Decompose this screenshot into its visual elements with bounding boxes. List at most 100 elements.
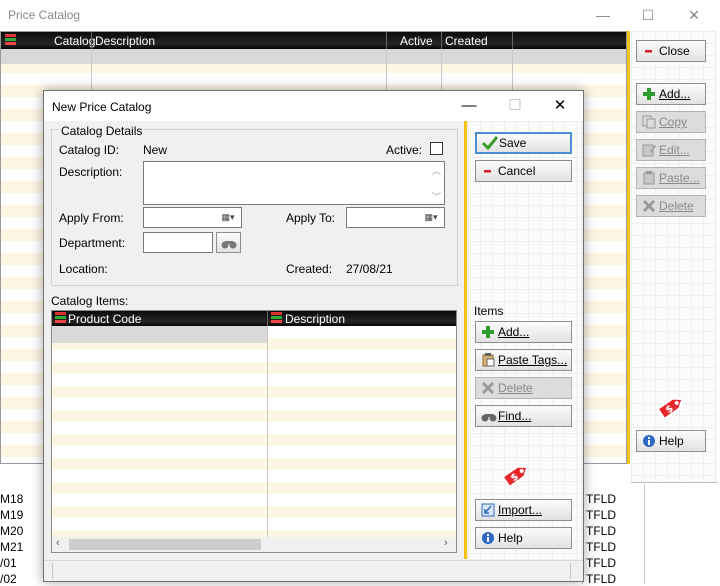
window-titlebar: Price Catalog — ☐ ✕ (0, 0, 720, 30)
column-header-description[interactable]: Description (285, 312, 345, 326)
apply-from-label: Apply From: (59, 211, 124, 225)
catalog-id-value: New (143, 143, 168, 157)
row-code: M21 (0, 540, 24, 554)
header-divider (441, 32, 442, 49)
items-grid-body[interactable] (52, 326, 456, 537)
row-code: /01 (0, 556, 17, 570)
column-header-active[interactable]: Active (400, 34, 433, 48)
calendar-dropdown-icon[interactable]: ▦▾ (420, 210, 442, 225)
info-icon (642, 434, 656, 448)
import-icon (481, 503, 495, 517)
column-header-product-code[interactable]: Product Code (68, 312, 141, 326)
dialog-minimize-button[interactable]: — (456, 95, 482, 117)
help-button[interactable]: Help (636, 430, 706, 452)
active-label: Active: (386, 143, 423, 157)
scroll-down-icon[interactable]: ﹀ (432, 190, 441, 203)
department-label: Department: (59, 236, 126, 250)
add-item-button[interactable]: Add... (475, 321, 572, 343)
catalog-items-label: Catalog Items: (51, 294, 129, 308)
location-label: Location: (59, 262, 108, 276)
binoculars-icon (481, 409, 497, 423)
active-checkbox[interactable] (430, 142, 443, 155)
status-bar (44, 560, 583, 581)
header-divider (386, 32, 387, 49)
dialog-maximize-button[interactable]: ☐ (502, 95, 528, 117)
header-divider (512, 32, 513, 49)
scroll-right-icon[interactable]: › (444, 537, 448, 549)
header-divider (91, 32, 92, 49)
horizontal-scrollbar[interactable]: ‹ › (52, 537, 456, 552)
catalog-items-grid[interactable]: Product Code Description ‹ › (51, 310, 457, 553)
cancel-button[interactable]: Cancel (475, 160, 572, 182)
grid-settings-icon[interactable] (55, 312, 66, 327)
column-header-created[interactable]: Created (445, 34, 488, 48)
status-separator (52, 563, 53, 579)
grid-settings-icon[interactable] (271, 312, 282, 327)
row-suffix: TFLD (586, 492, 616, 506)
description-field[interactable]: ︿ ﹀ (143, 161, 445, 205)
add-button[interactable]: Add... (636, 83, 706, 105)
scrollbar-thumb[interactable] (69, 539, 261, 550)
paste-icon (642, 171, 656, 185)
row-code: M20 (0, 524, 24, 538)
accent-bar (464, 121, 467, 559)
dialog-close-button[interactable]: ✕ (547, 95, 573, 117)
plus-icon (481, 325, 495, 339)
dialog-title: New Price Catalog (52, 100, 152, 114)
status-separator (570, 563, 571, 579)
items-grid-header: Product Code Description (52, 311, 456, 326)
created-value: 27/08/21 (346, 262, 393, 276)
edit-icon (642, 143, 656, 157)
paste-button[interactable]: Paste... (636, 167, 706, 189)
items-section-label: Items (474, 304, 504, 318)
info-icon (481, 531, 495, 545)
column-header-description[interactable]: Description (95, 34, 155, 48)
row-suffix: TFLD (586, 508, 616, 522)
window-title: Price Catalog (8, 8, 81, 22)
price-tag-icon: $ (500, 459, 532, 494)
copy-button[interactable]: Copy (636, 111, 706, 133)
delete-icon (642, 199, 656, 213)
selected-row[interactable] (1, 49, 626, 64)
created-label: Created: (286, 262, 333, 276)
selected-row[interactable] (52, 326, 267, 343)
save-button[interactable]: Save (475, 132, 572, 154)
close-window-button[interactable]: ✕ (681, 4, 707, 26)
close-button[interactable]: Close (636, 40, 706, 62)
apply-from-date-picker[interactable]: ▦▾ (143, 207, 242, 228)
catalog-side-panel: Close Add... Copy Edit... Paste... Delet… (631, 31, 717, 483)
import-button[interactable]: Import... (475, 499, 572, 521)
minus-icon (642, 44, 656, 58)
dialog-titlebar: New Price Catalog — ☐ ✕ (44, 91, 583, 121)
minimize-button[interactable]: — (590, 4, 616, 26)
help-button[interactable]: Help (475, 527, 572, 549)
apply-to-date-picker[interactable]: ▦▾ (346, 207, 445, 228)
scroll-up-icon[interactable]: ︿ (432, 164, 441, 177)
find-item-button[interactable]: Find... (475, 405, 572, 427)
calendar-dropdown-icon[interactable]: ▦▾ (217, 210, 239, 225)
new-price-catalog-dialog: New Price Catalog — ☐ ✕ Catalog Details … (43, 90, 584, 582)
copy-icon (642, 115, 656, 129)
delete-button[interactable]: Delete (636, 195, 706, 217)
row-suffix: TFLD (586, 556, 616, 570)
accent-bar (627, 31, 630, 464)
row-suffix: TFLD (586, 524, 616, 538)
department-field[interactable] (143, 232, 213, 253)
scroll-left-icon[interactable]: ‹ (56, 537, 60, 549)
plus-icon (642, 87, 656, 101)
maximize-button[interactable]: ☐ (635, 4, 661, 26)
delete-item-button[interactable]: Delete (475, 377, 572, 399)
row-code: M19 (0, 508, 24, 522)
price-tag-icon: $ (655, 391, 687, 426)
grid-settings-icon[interactable] (5, 34, 16, 49)
department-find-button[interactable] (216, 232, 241, 253)
catalog-grid-header: Catalog Description Active Created (1, 32, 626, 49)
edit-button[interactable]: Edit... (636, 139, 706, 161)
column-header-catalog[interactable]: Catalog (54, 34, 95, 48)
paste-tags-button[interactable]: Paste Tags... (475, 349, 572, 371)
row-code: M18 (0, 492, 24, 506)
row-suffix: TFLD (586, 540, 616, 554)
catalog-id-label: Catalog ID: (59, 143, 120, 157)
description-label: Description: (59, 165, 123, 179)
checkmark-icon (481, 136, 499, 151)
